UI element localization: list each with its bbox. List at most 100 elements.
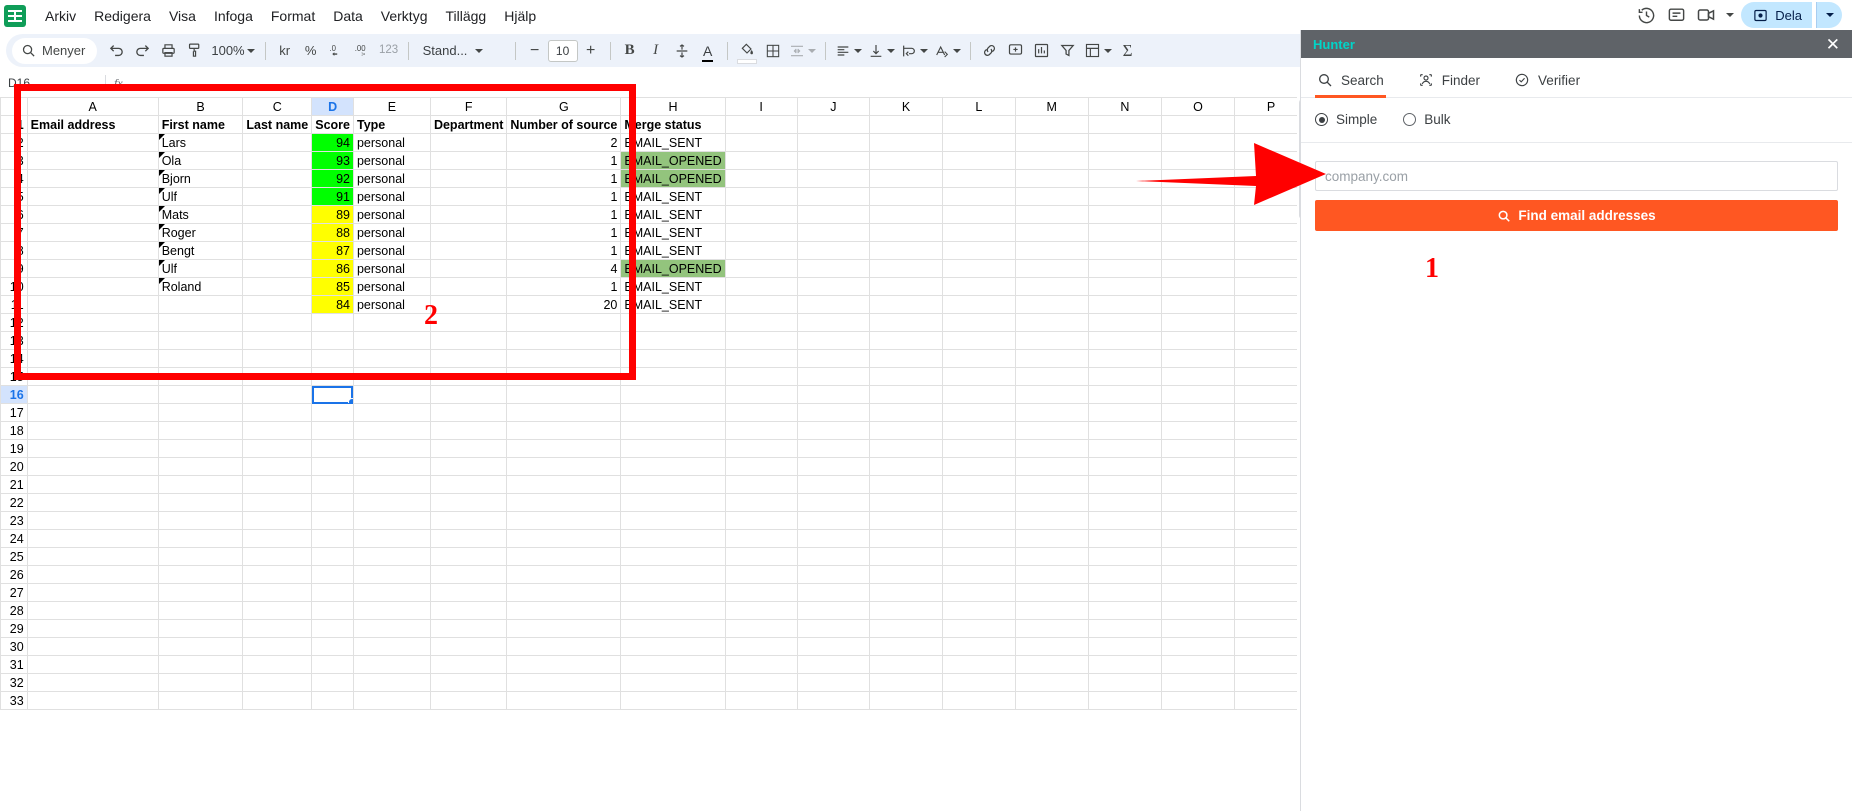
cell-N15[interactable] bbox=[1087, 367, 1162, 386]
cell-M14[interactable] bbox=[1014, 349, 1089, 368]
cell-H2[interactable]: EMAIL_SENT bbox=[620, 133, 726, 152]
cell-D8[interactable]: 87 bbox=[311, 241, 354, 260]
cell-K21[interactable] bbox=[869, 475, 943, 494]
cell-M1[interactable] bbox=[1014, 115, 1089, 134]
cell-A26[interactable] bbox=[26, 565, 159, 584]
cell-B8[interactable]: Bengt bbox=[157, 241, 244, 260]
cell-D23[interactable] bbox=[311, 511, 354, 530]
cell-K23[interactable] bbox=[869, 511, 943, 530]
cell-M26[interactable] bbox=[1014, 565, 1089, 584]
cell-M9[interactable] bbox=[1014, 259, 1089, 278]
row-header-15[interactable]: 15 bbox=[0, 367, 28, 386]
cell-B27[interactable] bbox=[157, 583, 244, 602]
cell-K13[interactable] bbox=[869, 331, 943, 350]
cell-H30[interactable] bbox=[620, 637, 726, 656]
cell-E28[interactable] bbox=[352, 601, 431, 620]
video-camera-icon[interactable] bbox=[1693, 2, 1719, 28]
row-header-16[interactable]: 16 bbox=[0, 385, 28, 404]
cell-C3[interactable] bbox=[242, 151, 313, 170]
cell-C16[interactable] bbox=[242, 385, 313, 404]
cell-M25[interactable] bbox=[1014, 547, 1089, 566]
cell-I31[interactable] bbox=[724, 655, 798, 674]
cell-C17[interactable] bbox=[242, 403, 313, 422]
cell-L7[interactable] bbox=[941, 223, 1016, 242]
cell-H5[interactable]: EMAIL_SENT bbox=[620, 187, 726, 206]
cell-G2[interactable]: 2 bbox=[506, 133, 622, 152]
cell-N10[interactable] bbox=[1087, 277, 1162, 296]
cell-E31[interactable] bbox=[352, 655, 431, 674]
cell-G28[interactable] bbox=[506, 601, 622, 620]
cell-M7[interactable] bbox=[1014, 223, 1089, 242]
text-color-button[interactable]: A bbox=[695, 38, 721, 64]
column-header-N[interactable]: N bbox=[1087, 97, 1162, 116]
cell-H25[interactable] bbox=[620, 547, 726, 566]
cell-J26[interactable] bbox=[796, 565, 871, 584]
bold-button[interactable]: B bbox=[617, 38, 643, 64]
cell-H24[interactable] bbox=[620, 529, 726, 548]
cell-G23[interactable] bbox=[506, 511, 622, 530]
cell-L13[interactable] bbox=[941, 331, 1016, 350]
cell-A24[interactable] bbox=[26, 529, 159, 548]
history-clock-icon[interactable] bbox=[1633, 2, 1659, 28]
more-formats-button[interactable]: 123 bbox=[376, 38, 402, 64]
strikethrough-button[interactable] bbox=[669, 38, 695, 64]
cell-O20[interactable] bbox=[1160, 457, 1236, 476]
cell-O25[interactable] bbox=[1160, 547, 1236, 566]
cell-G14[interactable] bbox=[506, 349, 622, 368]
column-header-I[interactable]: I bbox=[724, 97, 798, 116]
cell-B32[interactable] bbox=[157, 673, 244, 692]
cell-O21[interactable] bbox=[1160, 475, 1236, 494]
cell-M11[interactable] bbox=[1014, 295, 1089, 314]
row-header-24[interactable]: 24 bbox=[0, 529, 28, 548]
cell-M28[interactable] bbox=[1014, 601, 1089, 620]
cell-B5[interactable]: Ulf bbox=[157, 187, 244, 206]
cell-J19[interactable] bbox=[796, 439, 871, 458]
cell-L29[interactable] bbox=[941, 619, 1016, 638]
cell-O33[interactable] bbox=[1160, 691, 1236, 710]
cell-L17[interactable] bbox=[941, 403, 1016, 422]
cell-E25[interactable] bbox=[352, 547, 431, 566]
cell-C4[interactable] bbox=[242, 169, 313, 188]
row-header-18[interactable]: 18 bbox=[0, 421, 28, 440]
cell-B11[interactable] bbox=[157, 295, 244, 314]
increase-decimal-button[interactable]: .00 bbox=[350, 38, 376, 64]
cell-L6[interactable] bbox=[941, 205, 1016, 224]
cell-F4[interactable] bbox=[429, 169, 508, 188]
column-header-F[interactable]: F bbox=[429, 97, 508, 116]
menu-verktyg[interactable]: Verktyg bbox=[373, 3, 436, 29]
decrease-font-size-button[interactable]: − bbox=[522, 38, 548, 64]
cell-G20[interactable] bbox=[506, 457, 622, 476]
row-header-20[interactable]: 20 bbox=[0, 457, 28, 476]
redo-button[interactable] bbox=[129, 38, 155, 64]
cell-D21[interactable] bbox=[311, 475, 354, 494]
row-header-32[interactable]: 32 bbox=[0, 673, 28, 692]
cell-F31[interactable] bbox=[429, 655, 508, 674]
cell-E14[interactable] bbox=[352, 349, 431, 368]
cell-G12[interactable] bbox=[506, 313, 622, 332]
cell-I29[interactable] bbox=[724, 619, 798, 638]
cell-G24[interactable] bbox=[506, 529, 622, 548]
cell-I24[interactable] bbox=[724, 529, 798, 548]
row-header-10[interactable]: 10 bbox=[0, 277, 28, 296]
cell-H32[interactable] bbox=[620, 673, 726, 692]
cell-E30[interactable] bbox=[352, 637, 431, 656]
cell-N14[interactable] bbox=[1087, 349, 1162, 368]
cell-N22[interactable] bbox=[1087, 493, 1162, 512]
cell-H1[interactable]: Merge status bbox=[620, 115, 726, 134]
cell-B29[interactable] bbox=[157, 619, 244, 638]
cell-J1[interactable] bbox=[796, 115, 871, 134]
row-header-31[interactable]: 31 bbox=[0, 655, 28, 674]
cell-K26[interactable] bbox=[869, 565, 943, 584]
cell-I27[interactable] bbox=[724, 583, 798, 602]
cell-A17[interactable] bbox=[26, 403, 159, 422]
domain-search-input[interactable] bbox=[1315, 161, 1838, 191]
cell-B10[interactable]: Roland bbox=[157, 277, 244, 296]
cell-E3[interactable]: personal bbox=[352, 151, 431, 170]
cell-K29[interactable] bbox=[869, 619, 943, 638]
undo-button[interactable] bbox=[103, 38, 129, 64]
cell-L15[interactable] bbox=[941, 367, 1016, 386]
row-header-17[interactable]: 17 bbox=[0, 403, 28, 422]
cell-L20[interactable] bbox=[941, 457, 1016, 476]
cell-N32[interactable] bbox=[1087, 673, 1162, 692]
cell-I12[interactable] bbox=[724, 313, 798, 332]
